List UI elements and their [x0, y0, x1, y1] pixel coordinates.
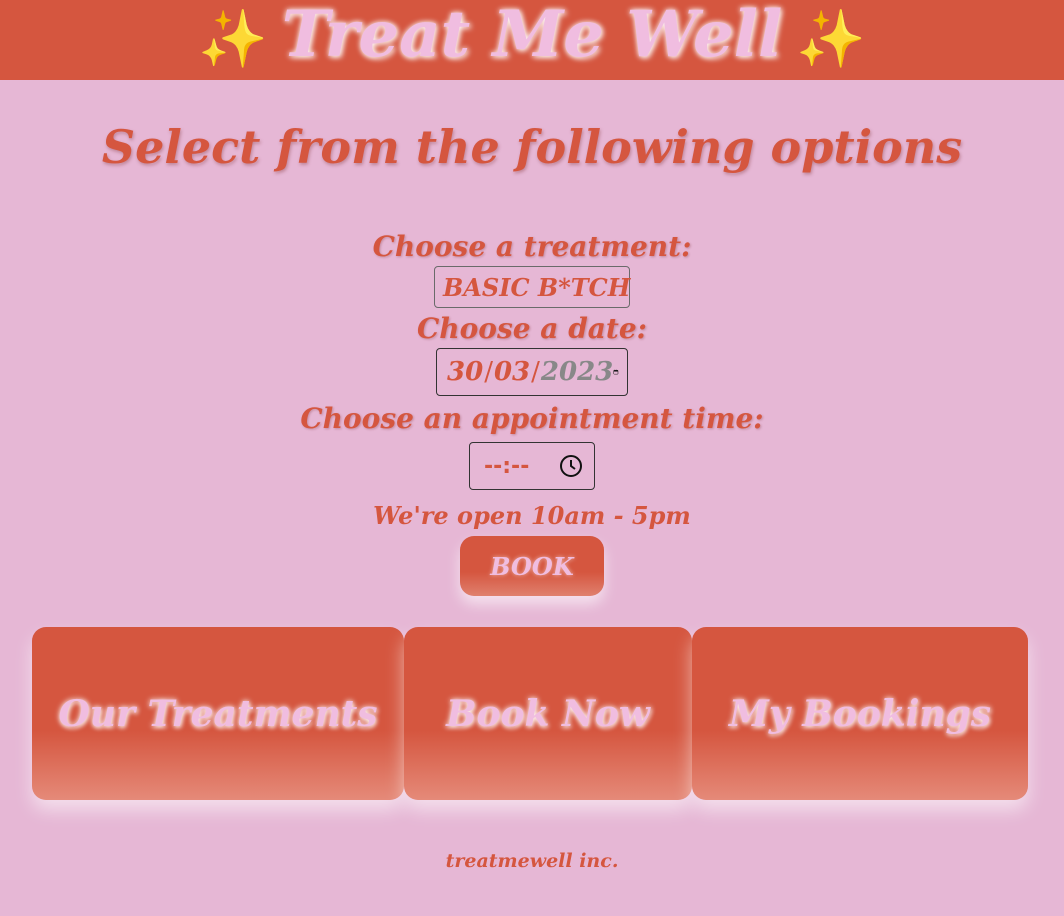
header-bar: ✨ Treat Me Well ✨: [0, 0, 1064, 80]
calendar-icon[interactable]: [613, 360, 619, 384]
date-separator: /: [531, 357, 540, 387]
nav-card-label: Our Treatments: [58, 692, 378, 735]
footer-text: treatmewell inc.: [445, 850, 619, 872]
nav-card-label: Book Now: [446, 692, 650, 735]
treatment-label: Choose a treatment:: [372, 230, 692, 263]
page-heading: Select from the following options: [101, 120, 963, 174]
nav-card-label: My Bookings: [729, 692, 991, 735]
time-input[interactable]: --:--: [469, 442, 595, 490]
sparkle-right-icon: ✨: [796, 7, 867, 72]
book-button[interactable]: BOOK: [460, 536, 604, 596]
date-label: Choose a date:: [416, 312, 647, 345]
nav-card-my-bookings[interactable]: My Bookings: [692, 627, 1028, 800]
time-label: Choose an appointment time:: [300, 402, 764, 435]
time-value[interactable]: --:--: [484, 454, 529, 479]
treatment-selected-value: BASIC B*TCH: [443, 272, 631, 302]
site-title[interactable]: Treat Me Well: [282, 3, 783, 67]
date-day[interactable]: 30: [447, 357, 483, 387]
booking-form: Choose a treatment: BASIC B*TCH Choose a…: [0, 228, 1064, 596]
date-input[interactable]: 30 / 03 / 2023: [436, 348, 628, 396]
clock-icon[interactable]: [558, 453, 584, 479]
date-year[interactable]: 2023: [541, 357, 613, 387]
opening-hours-note: We're open 10am - 5pm: [373, 501, 691, 530]
sparkle-left-icon: ✨: [197, 7, 268, 72]
nav-card-our-treatments[interactable]: Our Treatments: [32, 627, 404, 800]
date-separator: /: [484, 357, 493, 387]
treatment-select[interactable]: BASIC B*TCH: [434, 266, 630, 308]
date-month[interactable]: 03: [494, 357, 530, 387]
nav-card-book-now[interactable]: Book Now: [404, 627, 692, 800]
